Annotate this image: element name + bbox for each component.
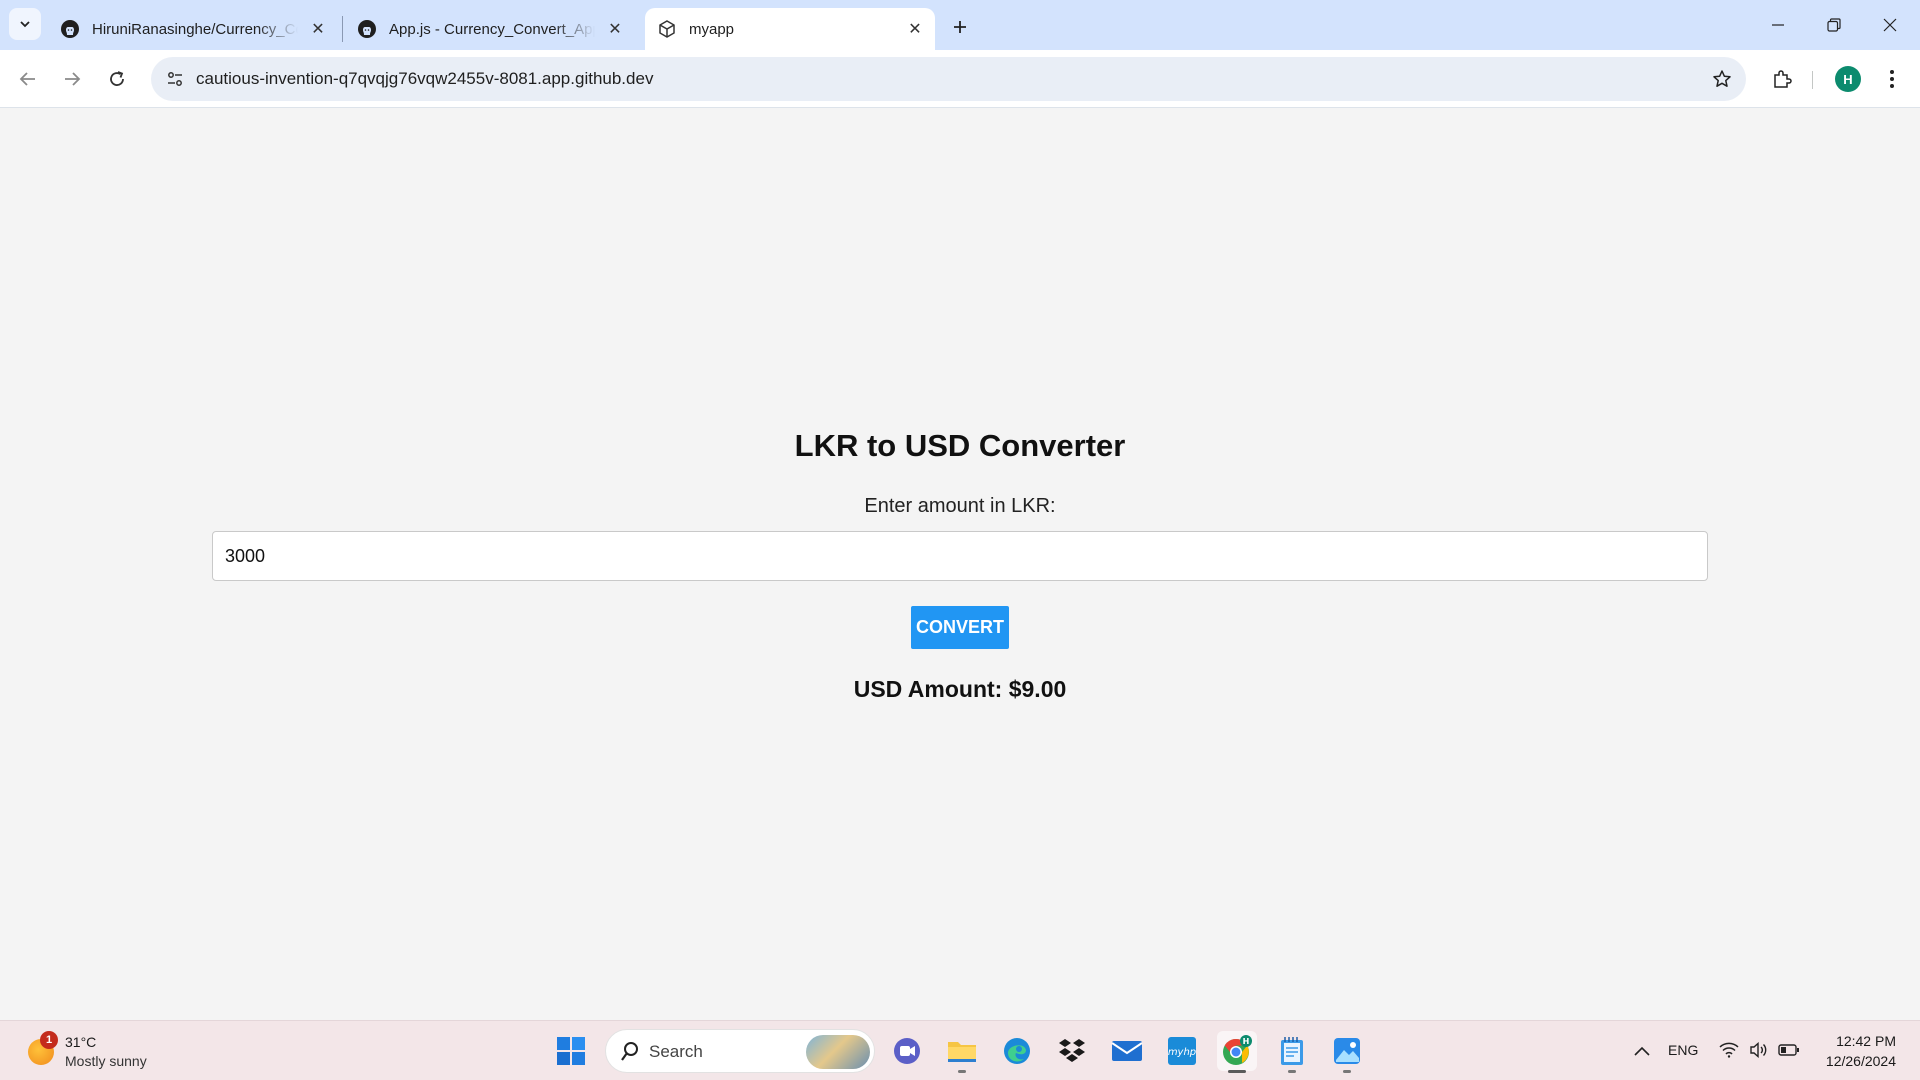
tab-divider [342,16,343,42]
language-indicator[interactable]: ENG [1668,1042,1698,1058]
minimize-icon [1772,24,1784,26]
running-indicator [958,1070,966,1073]
taskbar-meet[interactable] [887,1031,927,1071]
windows-icon [557,1037,585,1065]
taskbar-mail[interactable] [1107,1031,1147,1071]
reload-button[interactable] [101,63,133,95]
chevron-up-icon [1634,1046,1650,1056]
weather-widget[interactable]: 1 31°C Mostly sunny [26,1031,166,1071]
photos-icon [1334,1038,1360,1064]
taskbar-notepad[interactable] [1272,1031,1312,1073]
chevron-down-icon [20,21,30,28]
new-tab-button[interactable] [944,11,976,43]
taskbar-file-explorer[interactable] [942,1031,982,1073]
volume-icon[interactable] [1748,1039,1770,1061]
edge-icon [1004,1038,1030,1064]
convert-button[interactable]: CONVERT [911,606,1009,649]
plus-icon [954,21,966,33]
extensions-button[interactable] [1766,63,1798,95]
search-icon [621,1042,638,1061]
running-indicator [1228,1070,1246,1073]
search-highlight-image [806,1035,870,1069]
restore-icon [1827,18,1841,32]
mail-icon [1111,1041,1143,1061]
app-page: LKR to USD Converter Enter amount in LKR… [0,109,1920,1020]
tab-title: myapp [689,20,735,38]
tab-github-repo[interactable]: HiruniRanasinghe/Currency_Co ✕ [48,8,338,50]
browser-toolbar: cautious-invention-q7qvqjg76vqw2455v-808… [0,50,1920,108]
taskbar-myhp[interactable]: myhp [1162,1031,1202,1071]
folder-icon [948,1042,976,1062]
tab-search-button[interactable] [9,8,41,40]
more-vertical-icon [1890,70,1894,88]
video-chat-icon [894,1038,920,1064]
minimize-button[interactable] [1750,0,1806,50]
browser-menu-button[interactable] [1880,63,1904,95]
taskbar-chrome[interactable]: H [1217,1031,1257,1073]
svg-text:myhp: myhp [1168,1047,1196,1058]
battery-icon[interactable] [1778,1039,1800,1061]
close-icon[interactable]: ✕ [306,17,330,41]
amount-input[interactable] [212,531,1708,581]
weather-condition: Mostly sunny [65,1053,147,1069]
arrow-right-icon [65,72,81,86]
running-indicator [1343,1070,1351,1073]
tab-app-js[interactable]: App.js - Currency_Convert_App ✕ [345,8,635,50]
toolbar-divider [1812,71,1813,89]
puzzle-icon [1774,70,1792,88]
tab-strip: HiruniRanasinghe/Currency_Co ✕ App.js - … [0,0,1920,50]
cube-icon [657,19,677,39]
wifi-icon[interactable] [1718,1039,1740,1061]
address-bar[interactable]: cautious-invention-q7qvqjg76vqw2455v-808… [151,57,1746,101]
reload-icon [110,71,124,86]
close-icon[interactable]: ✕ [903,17,927,41]
dropbox-icon [1059,1039,1085,1062]
chrome-icon: H [1223,1035,1252,1065]
clock-date: 12/26/2024 [1825,1053,1896,1069]
taskbar-photos[interactable] [1327,1031,1367,1073]
show-hidden-icons-button[interactable] [1630,1039,1654,1063]
clock[interactable]: 12:42 PM 12/26/2024 [1826,1031,1896,1071]
search-placeholder: Search [649,1042,703,1061]
close-icon[interactable]: ✕ [603,17,627,41]
start-button[interactable] [551,1031,591,1071]
back-button[interactable] [12,63,44,95]
close-icon [1883,18,1897,32]
forward-button[interactable] [56,63,88,95]
profile-avatar[interactable]: H [1835,66,1861,92]
close-window-button[interactable] [1862,0,1918,50]
taskbar-dropbox[interactable] [1052,1031,1092,1071]
usd-result: USD Amount: $9.00 [853,676,1067,702]
tab-title: App.js - Currency_Convert_App [389,20,595,38]
notepad-icon [1281,1037,1303,1065]
bookmark-star-icon[interactable] [1710,67,1734,91]
myhp-icon: myhp [1168,1037,1196,1065]
url-text: cautious-invention-q7qvqjg76vqw2455v-808… [196,69,654,88]
page-title: LKR to USD Converter [794,428,1126,463]
github-icon [60,19,80,39]
taskbar-search[interactable]: Search [605,1029,875,1073]
taskbar: 1 31°C Mostly sunny Search myhp H ENG 12… [0,1020,1920,1080]
amount-label: Enter amount in LKR: [864,495,1056,517]
arrow-left-icon [19,72,35,86]
svg-text:H: H [1243,1037,1250,1046]
taskbar-edge[interactable] [997,1031,1037,1071]
github-icon [357,19,377,39]
notification-badge: 1 [40,1031,58,1049]
tab-title: HiruniRanasinghe/Currency_Co [92,20,298,38]
weather-temp: 31°C [65,1034,97,1050]
clock-time: 12:42 PM [1836,1033,1896,1049]
site-info-icon[interactable] [163,67,187,91]
restore-button[interactable] [1806,0,1862,50]
tab-myapp[interactable]: myapp ✕ [645,8,935,50]
running-indicator [1288,1070,1296,1073]
